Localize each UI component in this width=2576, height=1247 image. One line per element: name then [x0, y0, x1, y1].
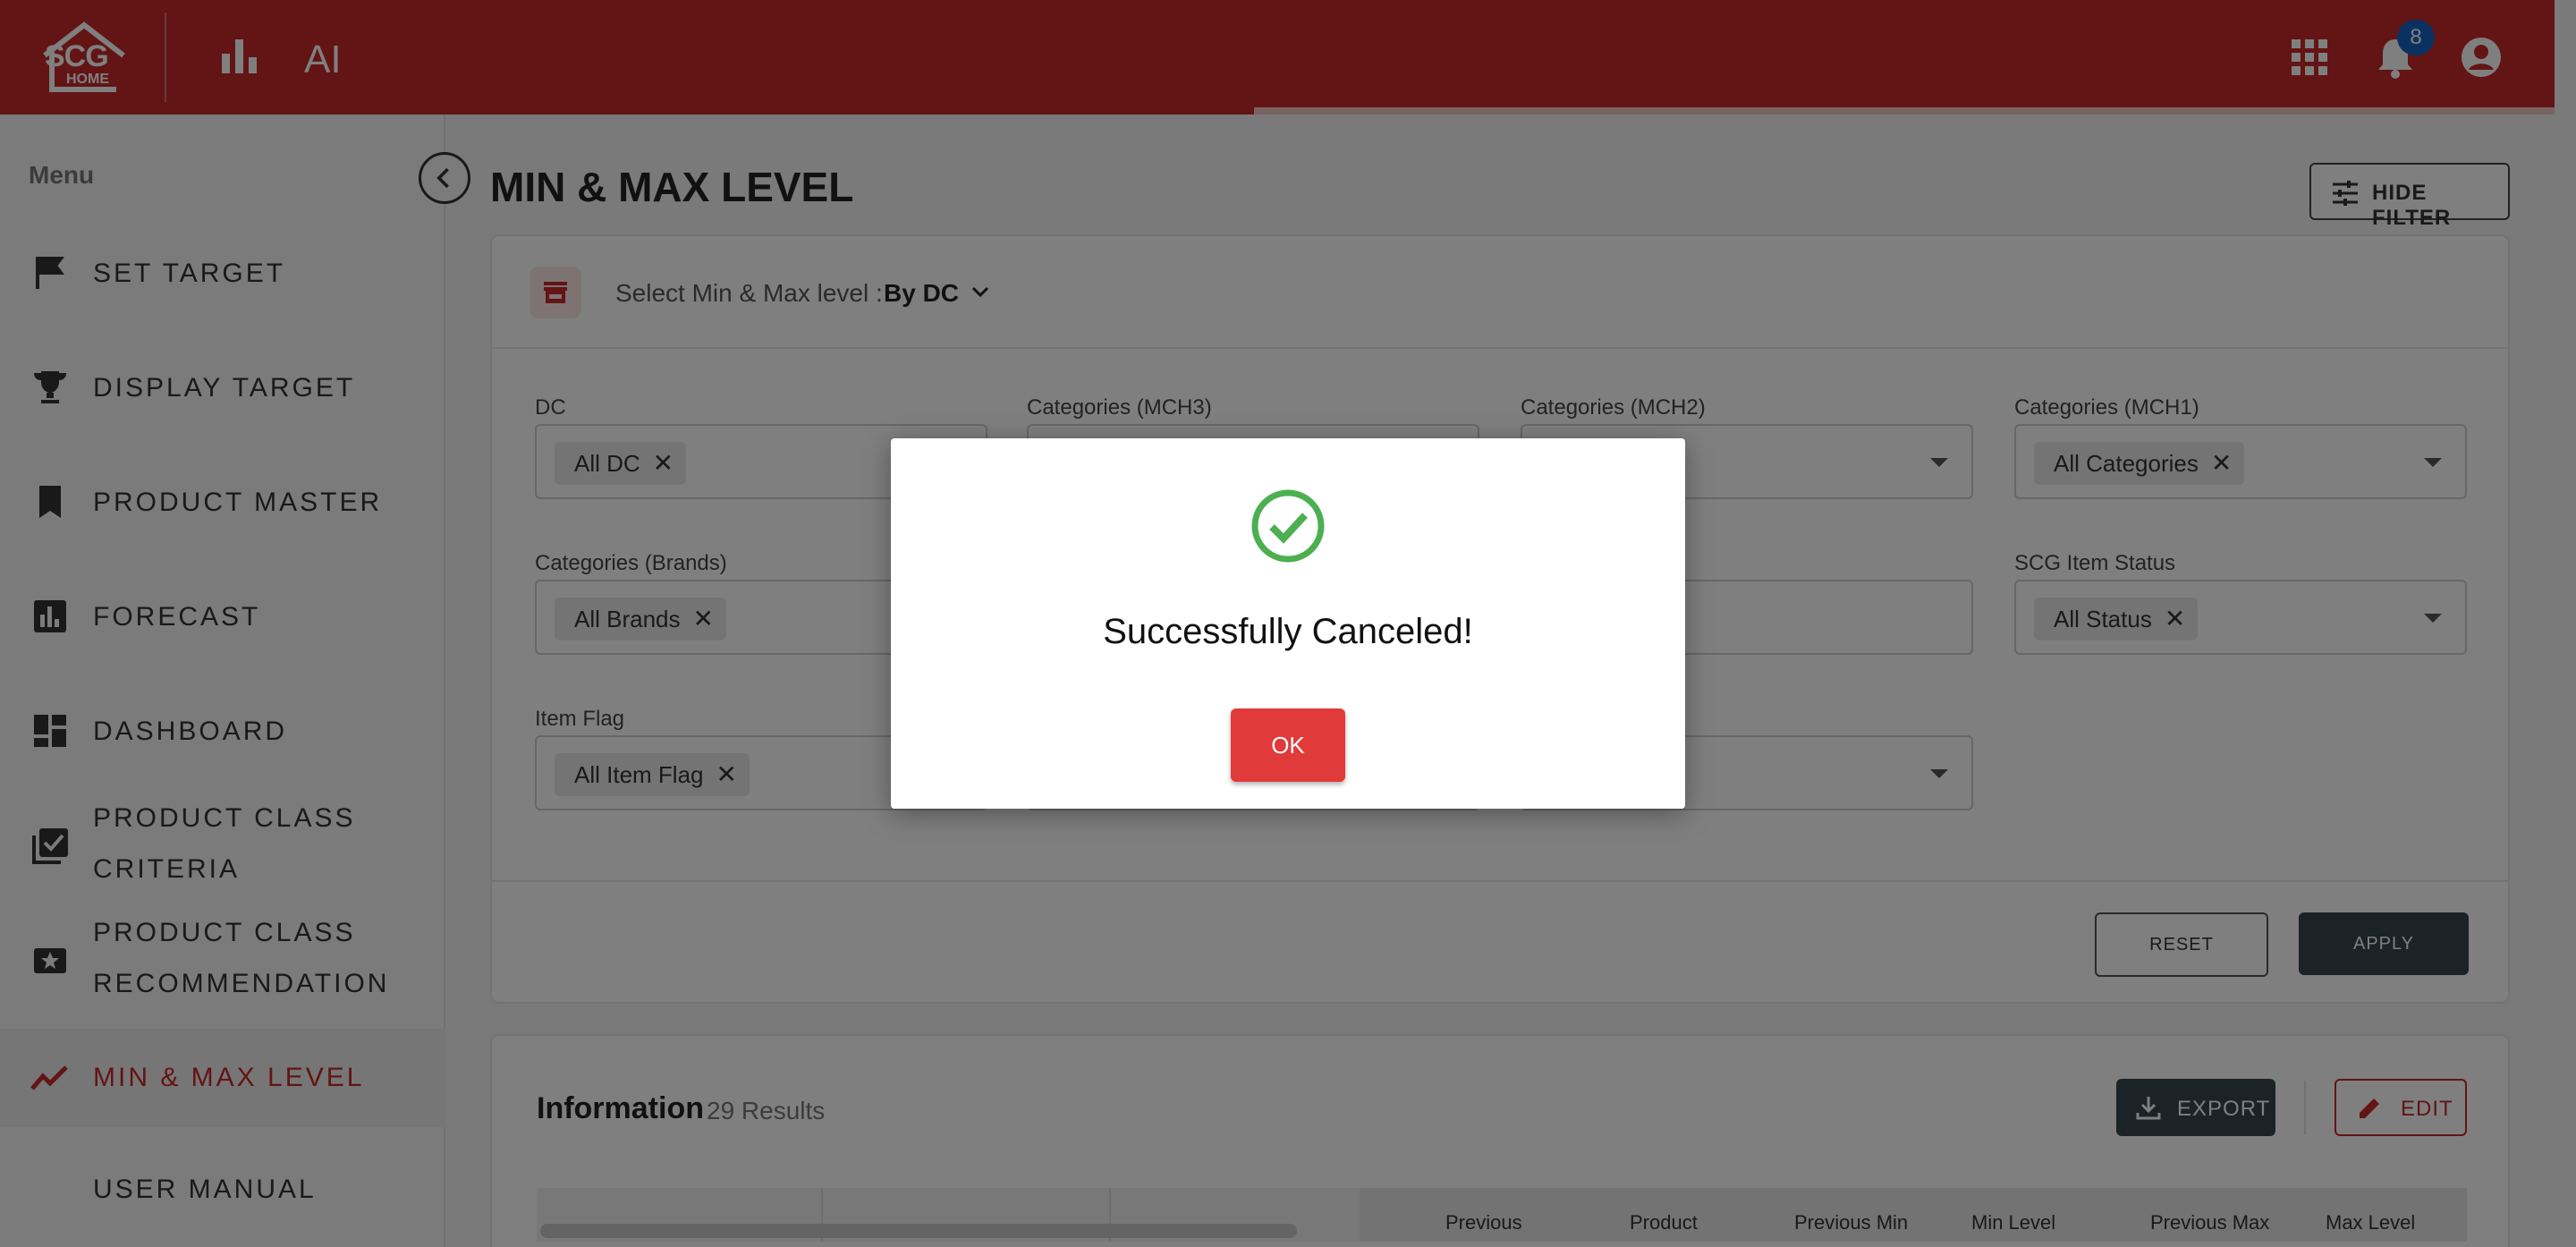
check-circle-icon	[1251, 489, 1325, 563]
success-dialog: Successfully Canceled! OK	[891, 438, 1685, 809]
dialog-message: Successfully Canceled!	[1103, 612, 1473, 651]
ok-button[interactable]: OK	[1231, 708, 1345, 782]
